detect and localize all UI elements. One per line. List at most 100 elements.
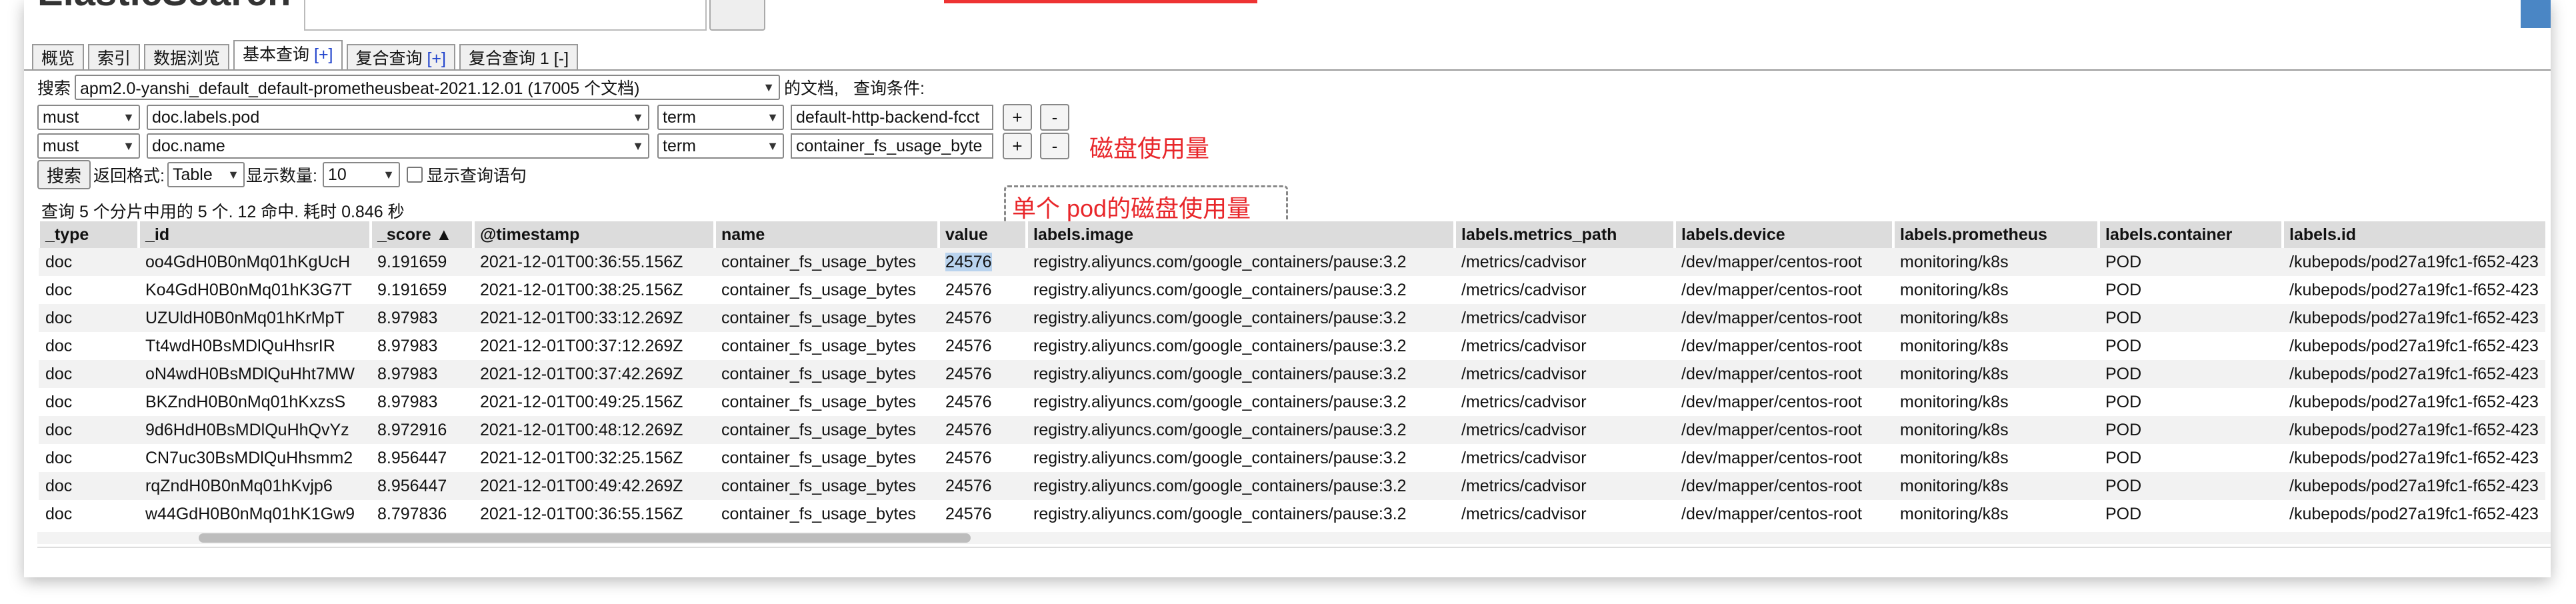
return-format-select[interactable]: Table ▼ (167, 162, 245, 187)
tab-label: 复合查询 1 (468, 49, 549, 68)
add-condition-button[interactable]: + (1003, 104, 1032, 131)
table-cell: monitoring/k8s (1893, 304, 2099, 332)
column-header[interactable]: @timestamp (472, 221, 715, 248)
display-count-value: 10 (327, 165, 347, 184)
table-cell: POD (2099, 416, 2283, 444)
display-count-label: 显示数量: (245, 167, 317, 185)
table-cell: monitoring/k8s (1893, 248, 2099, 276)
table-cell: 2021-12-01T00:33:12.269Z (473, 304, 715, 332)
table-row[interactable]: doc BKZndH0B0nMq01hKxzsS 8.97983 2021-12-01… (39, 388, 2545, 416)
table-cell: /metrics/cadvisor (1455, 472, 1675, 500)
chevron-down-icon: ▼ (383, 167, 395, 181)
table-row[interactable]: doc UZUldH0B0nMq01hKrMpT 8.97983 2021-12-01… (39, 304, 2545, 332)
table-cell: /kubepods/pod27a19fc1-f652-423 (2283, 304, 2545, 332)
table-row[interactable]: doc CN7uc30BsMDlQuHhsmm2 8.956447 2021-12-0… (39, 444, 2545, 472)
show-query-checkbox[interactable] (406, 167, 423, 183)
table-cell: 2021-12-01T00:36:55.156Z (473, 248, 715, 276)
table-cell: 2021-12-01T00:37:42.269Z (473, 360, 715, 388)
scrollbar-thumb[interactable] (199, 533, 971, 543)
table-cell: /kubepods/pod27a19fc1-f652-423 (2289, 504, 2539, 523)
table-cell: 9.191659 (377, 280, 447, 299)
table-cell: POD (2099, 304, 2283, 332)
table-cell: /kubepods/pod27a19fc1-f652-423 (2289, 336, 2539, 355)
type-select[interactable]: term ▼ (657, 105, 784, 130)
query-summary: 查询 5 个分片中用的 5 个. 12 命中. 耗时 0.846 秒 (41, 203, 405, 221)
table-cell: /dev/mapper/centos-root (1675, 416, 1893, 444)
table-row[interactable]: doc oo4GdH0B0nMq01hKgUcH 9.191659 2021-12-0… (39, 248, 2545, 276)
occur-value: must (43, 136, 79, 155)
table-cell: /kubepods/pod27a19fc1-f652-423 (2289, 280, 2539, 299)
table-cell: /metrics/cadvisor (1461, 280, 1587, 299)
table-cell: doc (39, 304, 139, 332)
table-row[interactable]: doc Tt4wdH0BsMDlQuHhsrIR 8.97983 2021-12-01… (39, 332, 2545, 360)
type-value: term (663, 136, 696, 155)
search-button[interactable]: 搜索 (37, 160, 91, 189)
tab-browser[interactable]: 数据浏览 (144, 44, 230, 71)
term-value-input[interactable]: container_fs_usage_byte (791, 133, 993, 159)
tab-add-toggle[interactable]: [+] (427, 49, 446, 68)
table-row[interactable]: doc Ko4GdH0B0nMq01hK3G7T 9.191659 2021-12-0… (39, 276, 2545, 304)
column-header[interactable]: labels.device (1673, 221, 1893, 248)
tab-indices[interactable]: 索引 (88, 44, 141, 71)
column-header[interactable]: value (937, 221, 1027, 248)
table-cell: registry.aliyuncs.com/google_containers/… (1033, 504, 1407, 523)
return-format-label: 返回格式: (93, 167, 165, 185)
table-cell: 8.972916 (371, 416, 473, 444)
table-cell: registry.aliyuncs.com/google_containers/… (1033, 336, 1407, 355)
column-header[interactable]: _id (137, 221, 371, 248)
occur-select[interactable]: must ▼ (37, 133, 140, 159)
column-header[interactable]: labels.metrics_path (1453, 221, 1675, 248)
table-row[interactable]: doc oN4wdH0BsMDlQuHht7MW 8.97983 2021-12-01… (39, 360, 2545, 388)
chevron-down-icon: ▼ (763, 80, 775, 94)
column-header[interactable]: _type (37, 221, 139, 248)
index-select[interactable]: apm2.0-yanshi_default_default-prometheus… (75, 75, 781, 100)
table-row[interactable]: doc rqZndH0B0nMq01hKvjp6 8.956447 2021-12-0… (39, 472, 2545, 500)
table-row[interactable]: doc 9d6HdH0BsMDlQuHhQvYz 8.972916 2021-12-0… (39, 416, 2545, 444)
table-cell: BKZndH0B0nMq01hKxzsS (145, 392, 346, 411)
field-select[interactable]: doc.labels.pod ▼ (147, 105, 649, 130)
table-cell: container_fs_usage_bytes (715, 304, 939, 332)
table-cell: /dev/mapper/centos-root (1675, 472, 1893, 500)
column-header-sorted[interactable]: _score ▲ (369, 221, 473, 248)
docs-label: 的文档, (784, 79, 839, 98)
table-cell: 24576 (939, 248, 1027, 276)
table-cell: 2021-12-01T00:32:25.156Z (480, 448, 683, 467)
tab-add-toggle[interactable]: [+] (314, 45, 333, 64)
tab-overview[interactable]: 概览 (32, 44, 85, 71)
table-row[interactable]: doc w44GdH0B0nMq01hK1Gw9 8.797836 2021-12-0… (39, 500, 2545, 528)
tab-compound-query[interactable]: 复合查询 [+] (346, 44, 455, 71)
table-cell: container_fs_usage_bytes (721, 280, 916, 299)
connect-button[interactable] (709, 0, 765, 31)
table-cell: monitoring/k8s (1893, 416, 2099, 444)
tab-compound-query-1[interactable]: 复合查询 1 [-] (459, 44, 579, 71)
table-cell: 8.97983 (371, 360, 473, 388)
table-cell: container_fs_usage_bytes (715, 472, 939, 500)
column-header[interactable]: labels.prometheus (1892, 221, 2099, 248)
field-value: doc.name (152, 136, 225, 155)
remove-condition-button[interactable]: - (1040, 133, 1069, 159)
add-condition-button[interactable]: + (1003, 133, 1032, 159)
remove-condition-button[interactable]: - (1040, 104, 1069, 131)
info-badge[interactable] (2521, 0, 2551, 28)
table-cell: /kubepods/pod27a19fc1-f652-423 (2283, 360, 2545, 388)
table-cell: registry.aliyuncs.com/google_containers/… (1027, 304, 1455, 332)
term-value-input[interactable]: default-http-backend-fcct (791, 105, 993, 130)
display-count-select[interactable]: 10 ▼ (322, 162, 400, 187)
column-header[interactable]: name (713, 221, 939, 248)
field-select[interactable]: doc.name ▼ (147, 133, 649, 159)
occur-select[interactable]: must ▼ (37, 105, 140, 130)
chevron-down-icon: ▼ (632, 139, 644, 153)
column-header[interactable]: labels.image (1025, 221, 1455, 248)
tab-remove-toggle[interactable]: [-] (554, 49, 569, 68)
cluster-url-input[interactable] (304, 0, 707, 31)
column-header[interactable]: labels.container (2097, 221, 2283, 248)
table-cell: 24576 (939, 304, 1027, 332)
tab-basic-query[interactable]: 基本查询 [+] (233, 40, 343, 71)
table-cell: monitoring/k8s (1900, 336, 2009, 355)
table-cell: 9d6HdH0BsMDlQuHhQvYz (139, 416, 371, 444)
type-select[interactable]: term ▼ (657, 133, 784, 159)
table-cell: doc (39, 472, 139, 500)
table-cell: doc (45, 336, 73, 355)
table-cell: /kubepods/pod27a19fc1-f652-423 (2283, 416, 2545, 444)
column-header[interactable]: labels.id (2281, 221, 2545, 248)
